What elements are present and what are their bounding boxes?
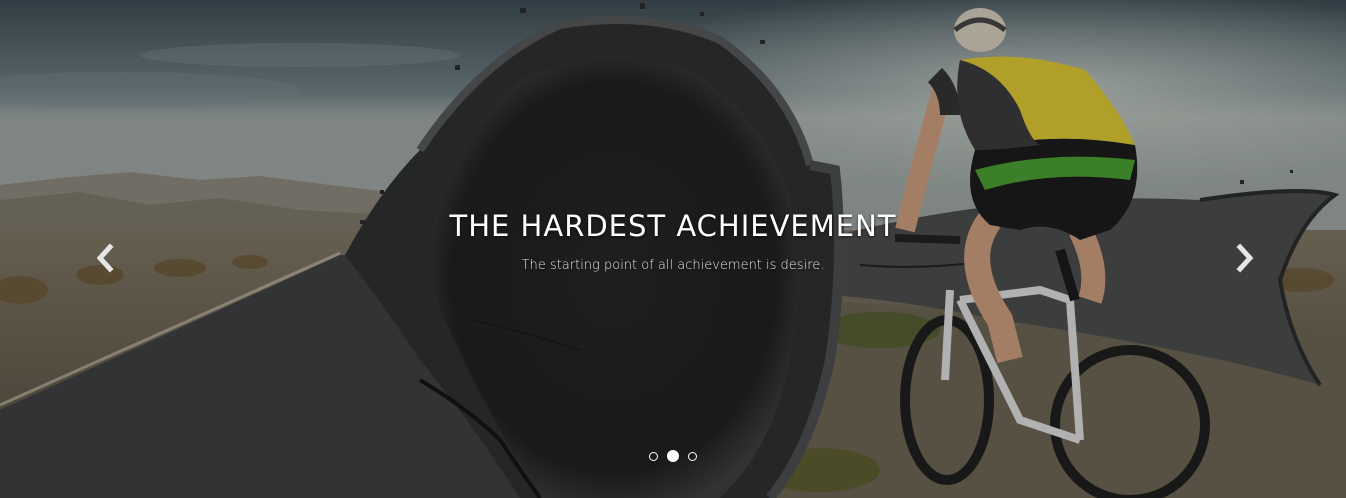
hero-carousel: THE HARDEST ACHIEVEMENT The starting poi… (0, 0, 1346, 498)
chevron-right-icon (1236, 243, 1254, 273)
indicator-dot-1[interactable] (649, 451, 658, 461)
indicator-dot-3[interactable] (688, 451, 697, 461)
indicator-dot-2-active[interactable] (667, 450, 679, 462)
slide-title: THE HARDEST ACHIEVEMENT (449, 209, 897, 243)
previous-slide-button[interactable] (90, 240, 120, 276)
next-slide-button[interactable] (1230, 240, 1260, 276)
carousel-indicators (0, 450, 1346, 462)
slide-subtitle: The starting point of all achievement is… (521, 258, 825, 273)
chevron-left-icon (96, 243, 114, 273)
slide-caption: THE HARDEST ACHIEVEMENT The starting poi… (0, 208, 1346, 274)
